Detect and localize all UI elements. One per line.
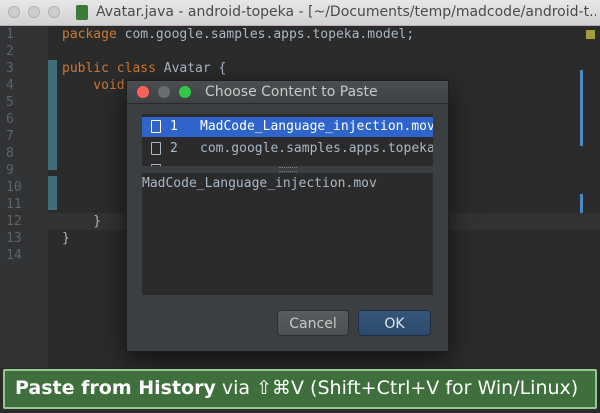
banner-title: Paste from History xyxy=(15,377,216,399)
minimize-window-button[interactable] xyxy=(28,6,40,18)
code-text: package com.google.samples.apps.topeka.m… xyxy=(62,26,414,43)
choose-content-to-paste-dialog: Choose Content to Paste 1 MadCode_Langua… xyxy=(126,80,449,352)
close-window-button[interactable] xyxy=(8,6,20,18)
java-file-icon xyxy=(76,5,88,20)
content-preview[interactable]: MadCode_Language_injection.mov xyxy=(142,173,433,295)
dialog-minimize-button[interactable] xyxy=(158,86,170,98)
line-number: 3 xyxy=(6,61,14,76)
line-number: 14 xyxy=(6,248,22,263)
line-number: 12 xyxy=(6,214,22,229)
code-rest: } xyxy=(62,231,70,246)
window-title: Avatar.java - android-topeka - [~/Docume… xyxy=(96,4,596,20)
code-line[interactable]: 2 xyxy=(0,43,600,60)
window-titlebar: Avatar.java - android-topeka - [~/Docume… xyxy=(0,0,600,26)
document-icon xyxy=(151,164,161,166)
line-number: 10 xyxy=(6,180,22,195)
line-number: 8 xyxy=(6,146,14,161)
code-text: public class Avatar { xyxy=(62,60,226,77)
code-rest: com.google.samples.apps.topeka.model; xyxy=(116,27,415,42)
document-icon xyxy=(151,142,161,155)
code-text: } xyxy=(62,213,101,230)
code-text: } xyxy=(62,230,70,247)
line-number: 7 xyxy=(6,129,14,144)
list-item[interactable] xyxy=(142,161,433,166)
line-number: 13 xyxy=(6,231,22,246)
splitter-handle[interactable] xyxy=(279,167,297,172)
document-icon xyxy=(151,120,161,133)
line-number: 9 xyxy=(6,163,14,178)
preview-text: MadCode_Language_injection.mov xyxy=(142,176,377,191)
shortcut-banner: Paste from History via ⇧⌘V (Shift+Ctrl+V… xyxy=(3,369,597,409)
item-number: 2 xyxy=(170,141,178,156)
dialog-titlebar: Choose Content to Paste xyxy=(127,81,448,104)
line-number: 6 xyxy=(6,112,14,127)
keyword: package xyxy=(62,27,117,42)
code-line[interactable]: 3 public class Avatar { xyxy=(0,60,600,77)
line-number: 2 xyxy=(6,44,14,59)
keyword: void xyxy=(62,78,125,93)
line-number: 4 xyxy=(6,78,14,93)
cancel-button[interactable]: Cancel xyxy=(277,310,349,336)
ok-button[interactable]: OK xyxy=(358,310,431,336)
item-text: com.google.samples.apps.topeka xyxy=(200,141,433,156)
code-rest: Avatar { xyxy=(155,61,227,76)
dialog-zoom-button[interactable] xyxy=(179,86,191,98)
keyword: public class xyxy=(62,61,156,76)
banner-shortcut: via ⇧⌘V (Shift+Ctrl+V for Win/Linux) xyxy=(215,377,579,399)
zoom-window-button[interactable] xyxy=(48,6,60,18)
list-item[interactable]: 2 com.google.samples.apps.topeka xyxy=(142,139,433,159)
list-item[interactable]: 1 MadCode_Language_injection.mov xyxy=(142,117,433,137)
code-rest: } xyxy=(62,214,102,229)
line-number: 5 xyxy=(6,95,14,110)
line-number: 11 xyxy=(6,197,22,212)
item-number: 1 xyxy=(170,119,178,134)
code-line[interactable]: 1 package com.google.samples.apps.topeka.… xyxy=(0,26,600,43)
line-number: 1 xyxy=(6,27,14,42)
code-text: void xyxy=(62,77,125,94)
dialog-title: Choose Content to Paste xyxy=(205,84,378,100)
item-text: MadCode_Language_injection.mov xyxy=(200,119,433,134)
dialog-close-button[interactable] xyxy=(137,86,149,98)
clipboard-history-list[interactable]: 1 MadCode_Language_injection.mov 2 com.g… xyxy=(142,114,433,166)
